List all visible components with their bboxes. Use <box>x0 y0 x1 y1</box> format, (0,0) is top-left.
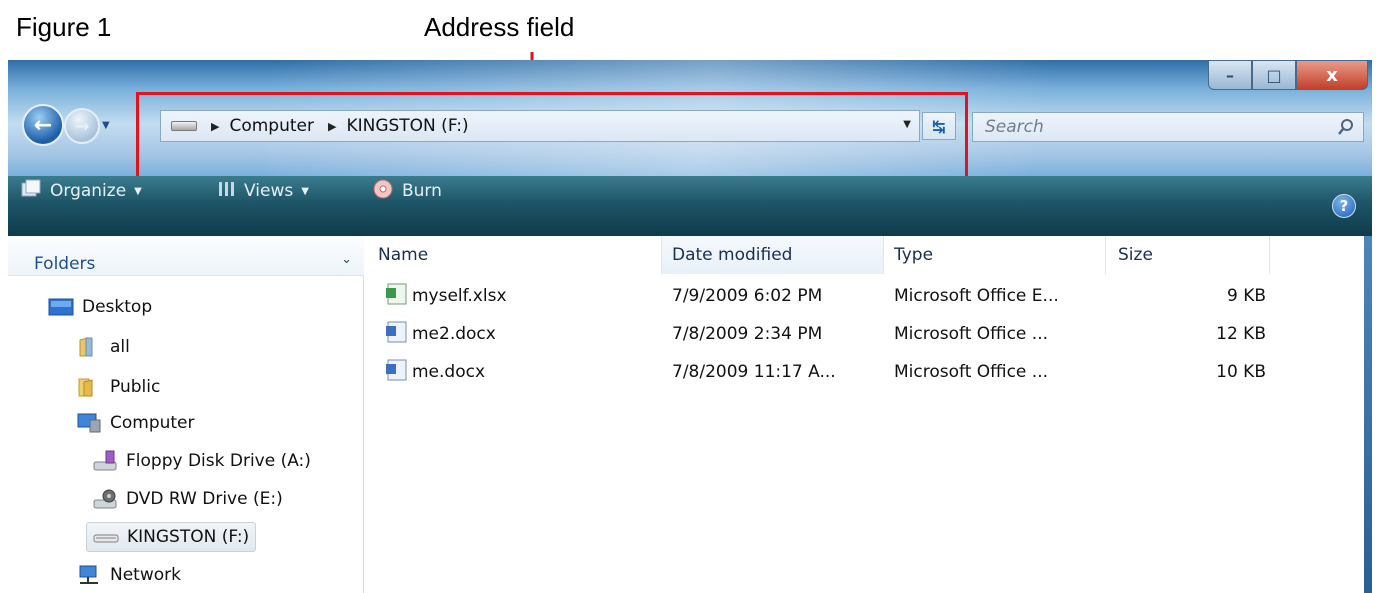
excel-file-icon <box>386 283 407 305</box>
usb-drive-icon <box>93 526 119 548</box>
folders-header[interactable]: Folders ⌄ <box>8 236 364 276</box>
minimize-button[interactable]: – <box>1208 60 1252 90</box>
address-callout-box <box>136 92 968 189</box>
window-right-frame <box>1364 236 1372 593</box>
column-header-filler <box>1270 236 1372 274</box>
search-box[interactable] <box>972 112 1364 142</box>
tree-label: Floppy Disk Drive (A:) <box>126 451 311 471</box>
chevron-down-icon[interactable]: ⌄ <box>341 252 352 267</box>
column-header-date-modified[interactable]: Date modified <box>662 236 884 274</box>
file-row[interactable]: me2.docx 7/8/2009 2:34 PM Microsoft Offi… <box>364 320 1364 350</box>
forward-button[interactable]: → <box>64 108 100 144</box>
column-label: Name <box>378 245 429 265</box>
floppy-drive-icon <box>92 450 118 472</box>
views-dropdown-icon: ▼ <box>301 185 309 197</box>
organize-button[interactable]: Organize ▼ <box>20 178 142 204</box>
search-input[interactable] <box>973 117 1313 137</box>
help-button[interactable]: ? <box>1332 194 1356 218</box>
tree-label: Computer <box>110 413 195 433</box>
burn-disc-icon <box>372 178 394 205</box>
minimize-icon: – <box>1226 65 1234 85</box>
file-type: Microsoft Office ... <box>894 324 1049 344</box>
file-name: me2.docx <box>412 324 496 344</box>
word-file-icon <box>386 321 407 343</box>
file-type: Microsoft Office E... <box>894 286 1059 306</box>
maximize-icon: □ <box>1266 65 1282 85</box>
search-icon[interactable] <box>1337 118 1355 136</box>
file-size: 10 KB <box>1216 362 1266 382</box>
tree-label: Network <box>110 565 181 585</box>
tree-label: all <box>110 337 130 357</box>
file-name: me.docx <box>412 362 486 382</box>
tree-item-all[interactable]: all <box>76 332 130 362</box>
tree-item-dvd[interactable]: DVD RW Drive (E:) <box>92 484 283 514</box>
window-controls: – □ x <box>1208 60 1368 90</box>
tree-item-network[interactable]: Network <box>76 560 181 590</box>
file-list: Name Date modified Type Size myself.xlsx… <box>364 236 1372 593</box>
views-icon <box>218 180 236 203</box>
column-label: Type <box>894 245 934 265</box>
column-header-name[interactable]: Name <box>364 236 662 274</box>
user-folder-icon <box>76 336 102 358</box>
views-label: Views <box>244 181 294 201</box>
network-icon <box>76 564 102 586</box>
tree-item-public[interactable]: Public <box>76 372 160 402</box>
file-size: 12 KB <box>1216 324 1266 344</box>
tree-label: KINGSTON (F:) <box>127 527 250 547</box>
burn-button[interactable]: Burn <box>372 178 442 204</box>
tree-label: Desktop <box>82 297 153 317</box>
views-button[interactable]: Views ▼ <box>218 178 309 204</box>
file-size: 9 KB <box>1226 286 1266 306</box>
tree-item-computer[interactable]: Computer <box>76 408 195 438</box>
file-row[interactable]: myself.xlsx 7/9/2009 6:02 PM Microsoft O… <box>364 282 1364 312</box>
forward-arrow-icon: → <box>74 115 90 137</box>
close-button[interactable]: x <box>1296 60 1368 90</box>
help-icon: ? <box>1339 197 1349 215</box>
file-type: Microsoft Office ... <box>894 362 1049 382</box>
command-toolbar <box>8 176 1372 236</box>
explorer-window: – □ x ← → ▼ ▶ Computer ▶ KINGSTON (F:) ▼… <box>8 60 1372 593</box>
folder-icon <box>76 376 102 398</box>
dvd-drive-icon <box>92 488 118 510</box>
file-name: myself.xlsx <box>412 286 507 306</box>
close-icon: x <box>1326 64 1338 86</box>
file-row[interactable]: me.docx 7/8/2009 11:17 A... Microsoft Of… <box>364 358 1364 388</box>
computer-icon <box>76 412 102 434</box>
tree-label: Public <box>110 377 161 397</box>
column-header-size[interactable]: Size <box>1106 236 1270 274</box>
maximize-button[interactable]: □ <box>1252 60 1296 90</box>
word-file-icon <box>386 359 407 381</box>
folders-title: Folders <box>34 254 96 274</box>
desktop-icon <box>48 296 74 318</box>
file-date: 7/8/2009 11:17 A... <box>672 362 836 382</box>
organize-dropdown-icon: ▼ <box>134 185 142 197</box>
burn-label: Burn <box>402 181 442 201</box>
column-label: Date modified <box>672 245 793 265</box>
file-date: 7/8/2009 2:34 PM <box>672 324 823 344</box>
recent-pages-dropdown[interactable]: ▼ <box>102 120 110 131</box>
file-date: 7/9/2009 6:02 PM <box>672 286 823 306</box>
tree-label: DVD RW Drive (E:) <box>126 489 283 509</box>
column-header-type[interactable]: Type <box>884 236 1106 274</box>
back-button[interactable]: ← <box>22 104 64 146</box>
organize-icon <box>20 179 42 204</box>
column-label: Size <box>1118 245 1153 265</box>
folders-pane: Folders ⌄ Desktop all Public Computer Fl… <box>8 236 364 593</box>
organize-label: Organize <box>50 181 127 201</box>
tree-item-desktop[interactable]: Desktop <box>48 292 152 322</box>
back-arrow-icon: ← <box>33 112 53 138</box>
tree-item-kingston[interactable]: KINGSTON (F:) <box>86 522 257 552</box>
tree-item-floppy[interactable]: Floppy Disk Drive (A:) <box>92 446 311 476</box>
